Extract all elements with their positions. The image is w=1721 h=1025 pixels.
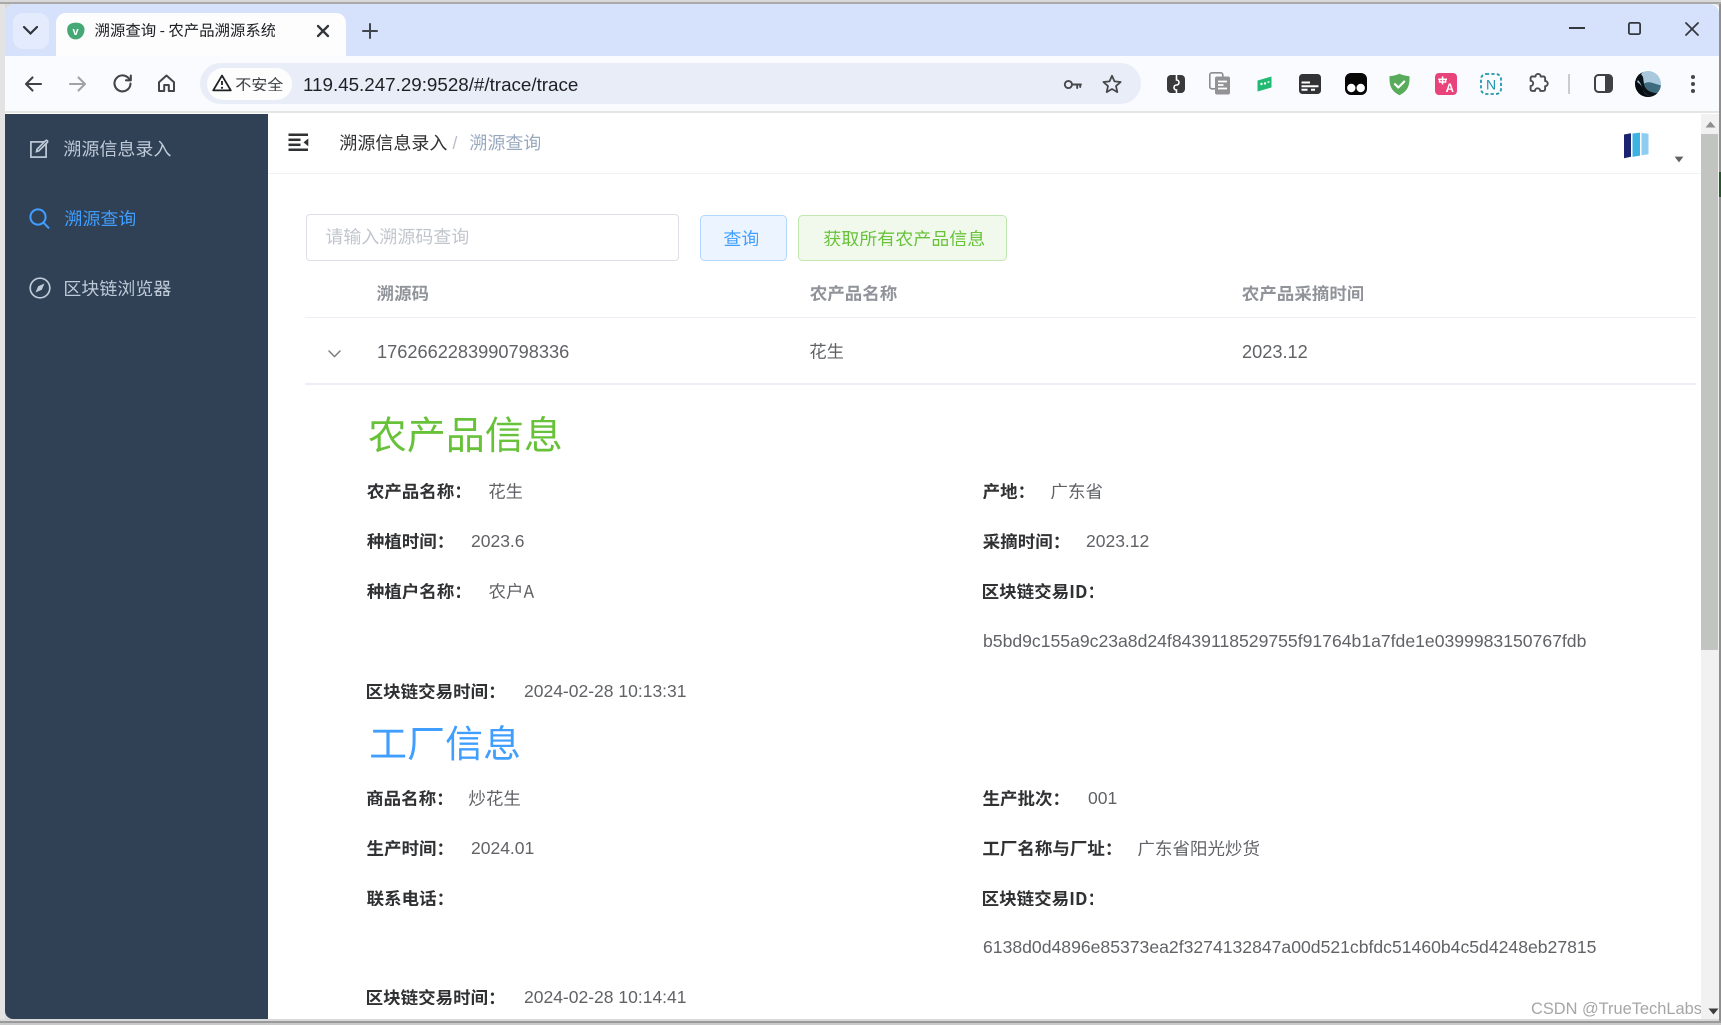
svg-text:N: N — [1486, 77, 1496, 93]
svg-text:A: A — [1446, 83, 1454, 95]
svg-text:v: v — [72, 26, 79, 38]
